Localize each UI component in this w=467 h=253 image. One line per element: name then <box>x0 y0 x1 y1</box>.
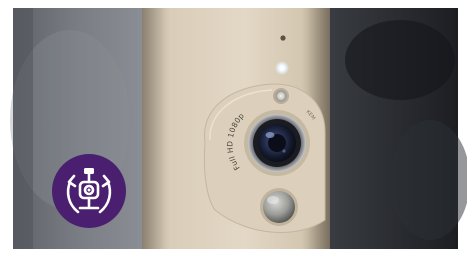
motion-sensor-dome <box>263 191 295 223</box>
status-led <box>279 65 285 71</box>
camera-photo: Full HD 1080p KEM <box>0 0 467 253</box>
light-sensor <box>275 90 287 102</box>
ambient-sensor <box>280 35 286 41</box>
camera-rotate-badge <box>52 154 126 228</box>
